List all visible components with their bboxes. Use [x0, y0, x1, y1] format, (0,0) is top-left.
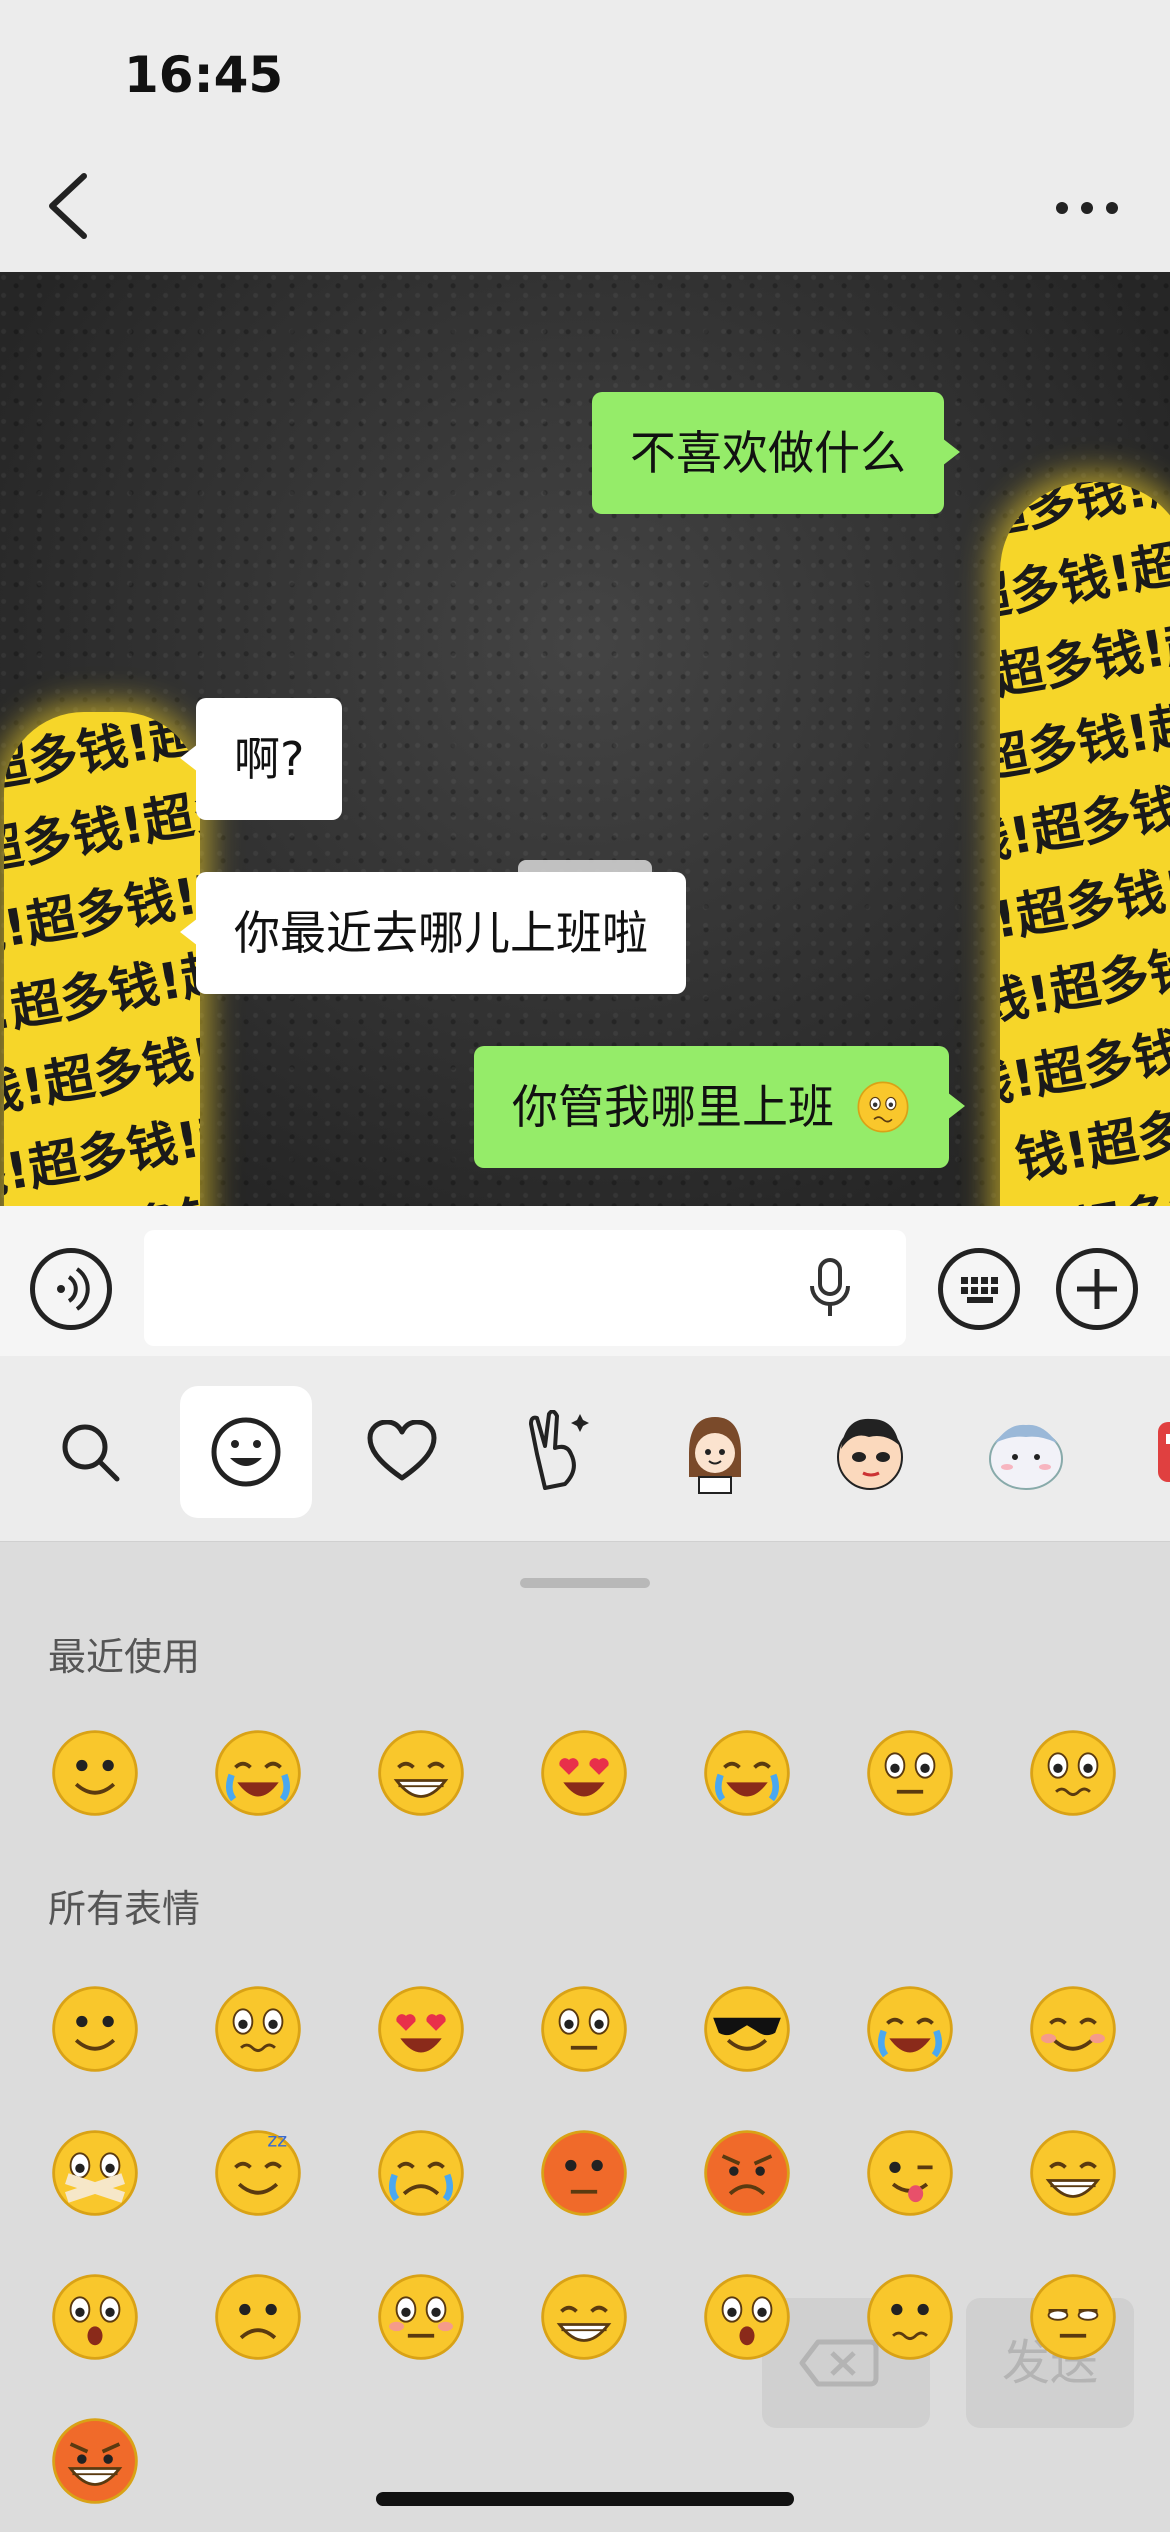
emoji-panel: 最近使用 所有表情 发送 zz — [0, 1542, 1170, 2532]
unamused-emoji-icon[interactable] — [1026, 2270, 1120, 2364]
search-icon — [62, 1424, 120, 1482]
home-indicator — [376, 2492, 794, 2506]
awkward-emoji-icon[interactable] — [211, 1982, 305, 2076]
emoji-smiley-tab[interactable] — [180, 1386, 312, 1518]
awkward-emoji-icon[interactable] — [1026, 1726, 1120, 1820]
grin-emoji-icon[interactable] — [374, 1726, 468, 1820]
emoji-favorites-tab[interactable] — [336, 1386, 468, 1518]
smiley-icon — [211, 1417, 281, 1487]
surprised-emoji-icon[interactable] — [48, 2270, 142, 2364]
message-text: 啊? — [234, 732, 305, 786]
stare-emoji-icon[interactable] — [537, 1982, 631, 2076]
girl-sticker-tab[interactable] — [648, 1386, 780, 1518]
peace-sticker-icon — [529, 1410, 589, 1490]
facepalm-emoji-icon[interactable] — [211, 1726, 305, 1820]
panel-drag-handle[interactable] — [520, 1578, 650, 1588]
voice-icon[interactable] — [30, 1248, 112, 1330]
cool-emoji-icon[interactable] — [700, 1982, 794, 2076]
emoji-peace-sticker-tab[interactable] — [492, 1386, 624, 1518]
sleepy-emoji-icon[interactable]: zz — [211, 2126, 305, 2220]
angry-emoji-icon[interactable] — [700, 2126, 794, 2220]
cry-loud-emoji-icon[interactable] — [863, 1982, 957, 2076]
boy-sticker-tab[interactable] — [804, 1386, 936, 1518]
drool-love-emoji-icon[interactable] — [537, 1726, 631, 1820]
smile-emoji-icon[interactable] — [48, 1726, 142, 1820]
recent-emoji-title: 最近使用 — [48, 1635, 201, 1679]
girl-sticker-icon — [689, 1417, 741, 1494]
all-emoji-title: 所有表情 — [48, 1887, 201, 1931]
tongue-emoji-icon[interactable] — [863, 2126, 957, 2220]
scream-emoji-icon[interactable] — [537, 2270, 631, 2364]
message-bubble-incoming[interactable]: 你最近去哪儿上班啦 — [180, 872, 686, 994]
wallpaper-stripe-left: 钱!超多钱!超多 钱!超多钱!超多 钱!超多钱!超多 钱!超多钱!超多 钱!超多… — [4, 712, 200, 1206]
sweat-emoji-icon[interactable] — [537, 2126, 631, 2220]
message-bubble-incoming[interactable]: 啊? — [179, 698, 343, 820]
message-text: 你管我哪里上班 — [512, 1080, 834, 1134]
nervous-emoji-icon[interactable] — [48, 2414, 142, 2508]
more-dots-icon[interactable] — [1052, 196, 1122, 220]
more-sticker-icon — [1158, 1422, 1170, 1482]
grin-emoji-icon[interactable] — [1026, 2126, 1120, 2220]
boy-sticker-icon — [837, 1418, 903, 1490]
shock-emoji-icon[interactable] — [700, 2270, 794, 2364]
sad-emoji-icon[interactable] — [211, 2270, 305, 2364]
message-input[interactable] — [144, 1230, 906, 1346]
hamster-sticker-tab[interactable] — [960, 1386, 1092, 1518]
awkward-emoji-icon — [857, 1081, 909, 1132]
angry-stare-emoji-icon[interactable] — [863, 1726, 957, 1820]
svg-text:zz: zz — [267, 2131, 287, 2152]
top-nav: 16:45 — [0, 0, 1170, 272]
more-sticker-tab[interactable] — [1116, 1386, 1170, 1518]
back-chevron-icon[interactable] — [40, 168, 100, 244]
plus-icon[interactable] — [1056, 1248, 1138, 1330]
status-time: 16:45 — [124, 46, 284, 104]
shush-emoji-icon[interactable] — [48, 2126, 142, 2220]
drool-love-emoji-icon[interactable] — [374, 1982, 468, 2076]
message-bubble-outgoing[interactable]: 不喜欢做什么 — [592, 392, 960, 514]
hamster-sticker-icon — [989, 1424, 1063, 1490]
message-text: 你最近去哪儿上班啦 — [234, 906, 648, 960]
tears-of-joy-emoji-icon[interactable] — [700, 1726, 794, 1820]
input-bar — [0, 1206, 1170, 1356]
heart-icon — [367, 1420, 437, 1481]
keyboard-icon[interactable] — [938, 1248, 1020, 1330]
confused-emoji-icon[interactable] — [863, 2270, 957, 2364]
wallpaper-stripe-right: 钱!超多钱!超多 钱!超多钱!超多 钱!超多钱!超多 钱!超多钱!超多 钱!超多… — [1000, 482, 1170, 1206]
blush-emoji-icon[interactable] — [374, 2270, 468, 2364]
sob-emoji-icon[interactable] — [374, 2126, 468, 2220]
message-bubble-outgoing[interactable]: 你管我哪里上班 — [474, 1046, 965, 1168]
shy-emoji-icon[interactable] — [1026, 1982, 1120, 2076]
chat-area[interactable]: 钱!超多钱!超多 钱!超多钱!超多 钱!超多钱!超多 钱!超多钱!超多 钱!超多… — [0, 272, 1170, 1206]
emoji-category-bar — [0, 1356, 1170, 1542]
message-text: 不喜欢做什么 — [630, 426, 906, 480]
microphone-icon[interactable] — [804, 1258, 856, 1318]
emoji-search-tab[interactable] — [24, 1386, 156, 1518]
smile-emoji-icon[interactable] — [48, 1982, 142, 2076]
